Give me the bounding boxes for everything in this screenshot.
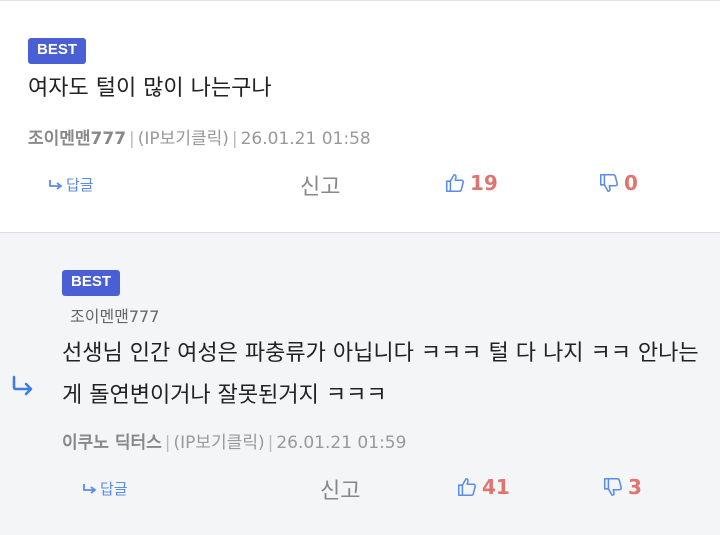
author-name[interactable]: 조이멘맨777 [28,129,126,149]
report-button[interactable]: 신고 [300,169,340,201]
reply-arrow-icon [83,483,97,494]
reply-label: 답글 [100,480,128,498]
reply-to-user: 조이멘맨777 [70,307,160,326]
reply-label: 답글 [66,176,94,194]
comment-item: BEST 여자도 털이 많이 나는구나 조이멘맨777 | (IP보기클릭) | 26.… [0,0,720,232]
thumbs-down-icon [602,476,624,498]
comment-actions: 답글 신고 19 0 [0,169,720,201]
thumbs-up-icon [456,476,478,498]
upvote-button[interactable]: 41 [456,475,510,499]
comment-text: 선생님 인간 여성은 파충류가 아닙니다 ㅋㅋㅋ 털 다 나지 ㅋㅋ 안나는게 … [62,341,699,408]
thumbs-up-icon [444,172,466,194]
comment-meta: 이쿠노 딕터스 | (IP보기클릭) | 26.01.21 01:59 [62,433,407,453]
comment-date: 26.01.21 01:58 [240,129,371,149]
downvote-count: 0 [624,171,638,195]
upvote-count: 41 [482,475,510,499]
downvote-count: 3 [628,475,642,499]
best-badge: BEST [28,38,87,64]
downvote-button[interactable]: 3 [602,475,642,499]
reply-button[interactable]: 답글 [48,174,94,195]
comment-actions: 답글 신고 41 3 [0,473,720,505]
ip-link[interactable]: (IP보기클릭) [138,129,229,149]
report-button[interactable]: 신고 [320,473,360,505]
best-badge: BEST [62,270,121,296]
ip-link[interactable]: (IP보기클릭) [174,433,265,453]
reply-button[interactable]: 답글 [82,478,128,499]
nested-reply-arrow-icon [12,375,33,396]
upvote-button[interactable]: 19 [444,171,498,195]
comment-text: 여자도 털이 많이 나는구나 [28,76,272,101]
comment-meta: 조이멘맨777 | (IP보기클릭) | 26.01.21 01:58 [28,129,371,149]
reply-arrow-icon [49,179,63,190]
downvote-button[interactable]: 0 [598,171,638,195]
author-name[interactable]: 이쿠노 딕터스 [62,433,162,453]
comment-date: 26.01.21 01:59 [276,433,407,453]
thumbs-down-icon [598,172,620,194]
reply-comment-item: BEST 조이멘맨777 선생님 인간 여성은 파충류가 아닙니다 ㅋㅋㅋ 털 … [0,232,720,535]
upvote-count: 19 [470,171,498,195]
